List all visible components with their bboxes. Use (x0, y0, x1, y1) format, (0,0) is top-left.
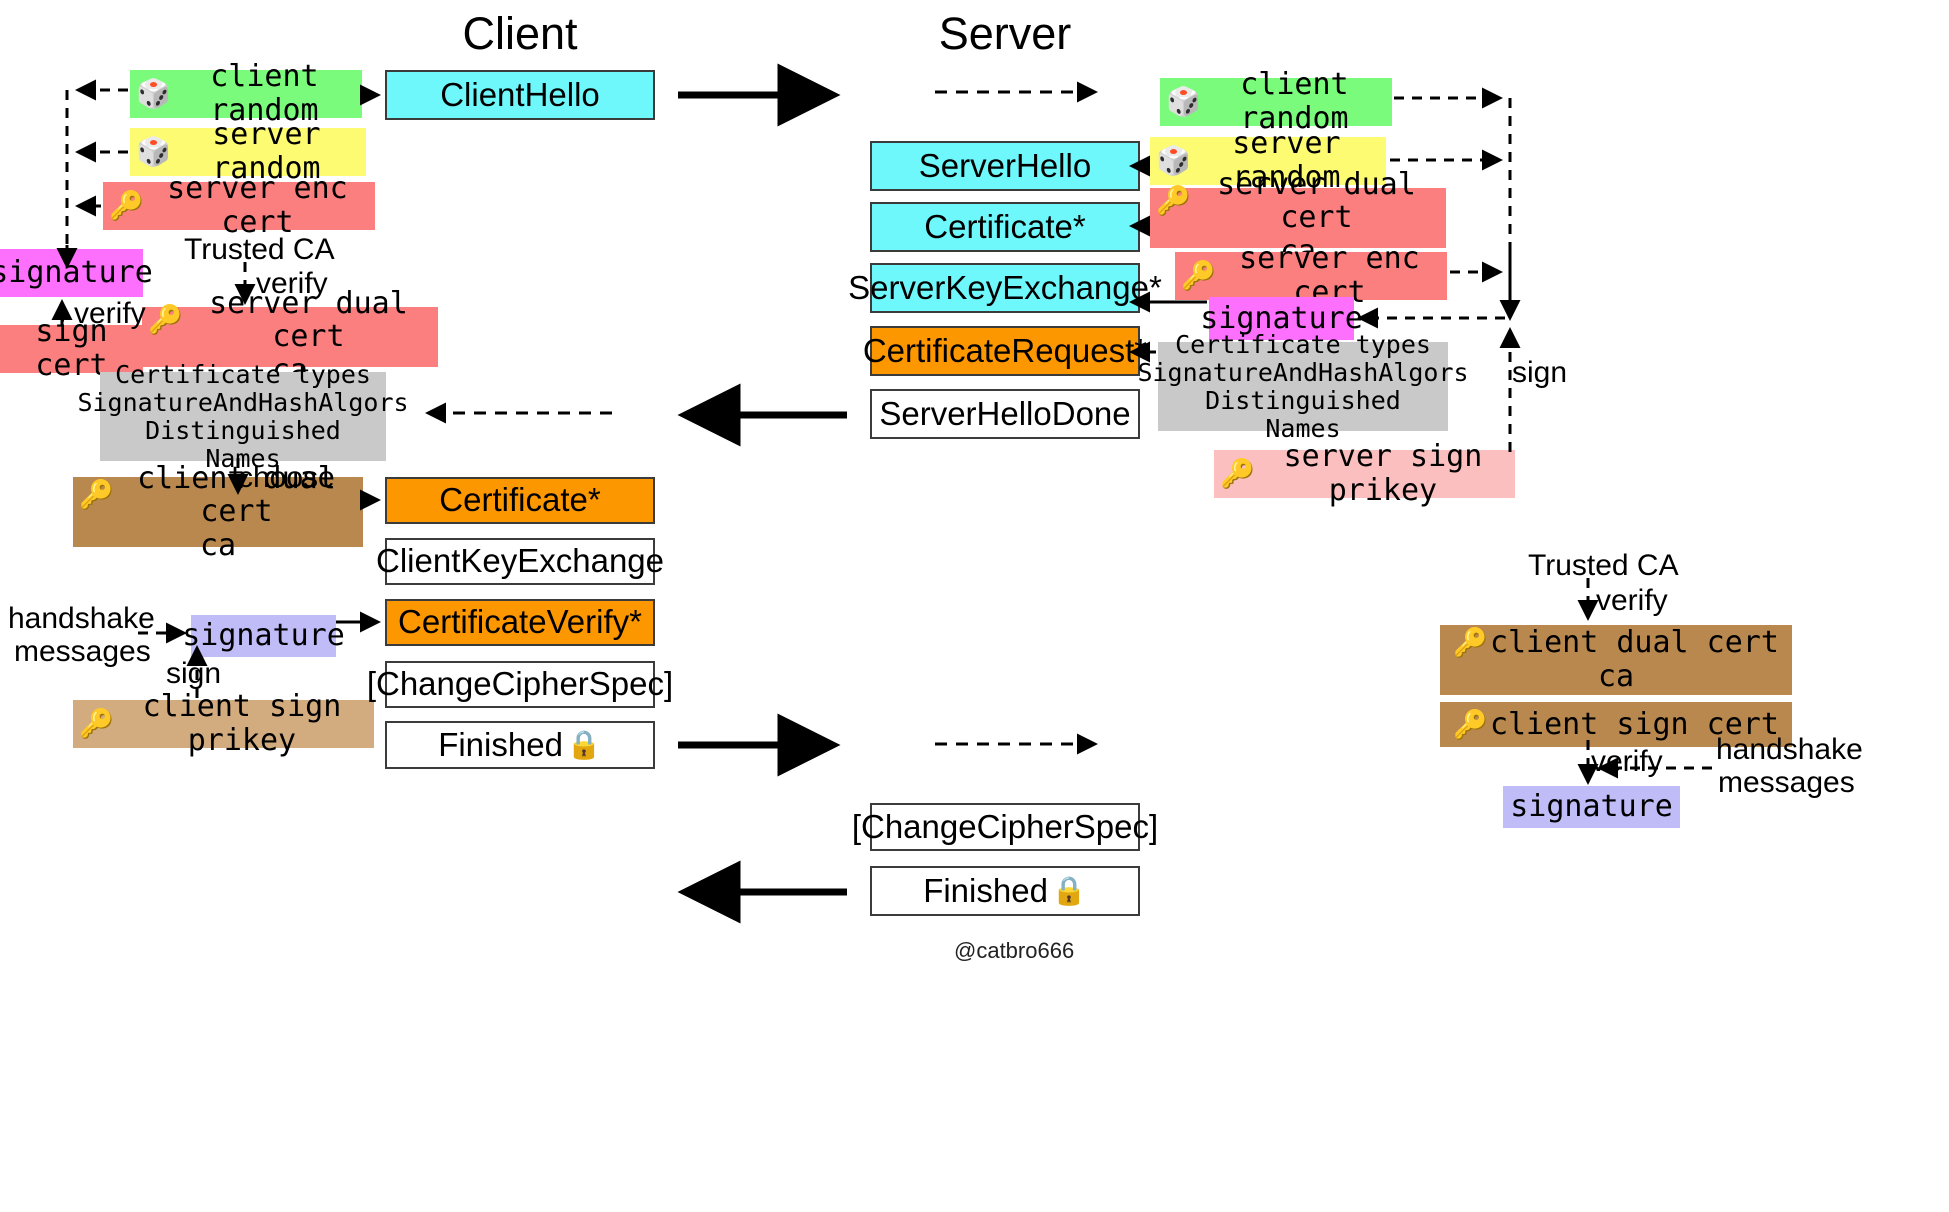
label-verify-ca-server: verify (1596, 584, 1668, 617)
message-label: ServerHelloDone (879, 394, 1131, 432)
message-label: Certificate* (924, 207, 1086, 245)
message-client-changecipherspec[interactable]: [ChangeCipherSpec] (367, 661, 673, 708)
key-icon: 🔑 (79, 478, 114, 512)
cert-types-label: Certificate types (1175, 329, 1431, 359)
message-serverkeyexchange[interactable]: ServerKeyExchange* (848, 263, 1162, 313)
server-chip-client-random: 🎲 client random (1160, 68, 1392, 135)
client-signature-label: signature (1510, 789, 1673, 825)
message-server-finished[interactable]: Finished 🔒 (870, 866, 1140, 916)
label-trusted-ca-client: Trusted CA (184, 233, 335, 266)
message-label: Finished (923, 871, 1048, 909)
message-clienthello[interactable]: ClientHello (385, 70, 655, 120)
client-chip-signature-2: signature (182, 615, 345, 657)
server-chip-client-dual-cert: 🔑 client dual cert ca (1440, 625, 1792, 695)
lock-icon: 🔒 (566, 728, 602, 762)
server-dual-cert-label: server dual cert (1217, 166, 1416, 236)
server-chip-certificate-request-params: Certificate types SignatureAndHashAlgors… (1137, 330, 1468, 442)
message-server-certificate[interactable]: Certificate* (870, 202, 1140, 252)
client-signature-label: signature (182, 618, 345, 654)
key-icon: 🔑 (148, 303, 183, 337)
message-client-finished[interactable]: Finished 🔒 (385, 721, 655, 769)
lock-icon: 🔒 (1051, 874, 1087, 908)
label-verify-ca-client: verify (256, 267, 328, 300)
client-chip-client-sign-prikey: 🔑 client sign prikey (73, 690, 374, 757)
signature-label: signature (0, 255, 153, 291)
server-enc-cert-label: server enc cert (167, 171, 348, 240)
client-dual-cert-ca-label: ca (199, 527, 237, 563)
message-server-changecipherspec[interactable]: [ChangeCipherSpec] (852, 803, 1158, 851)
die-icon: 🎲 (1166, 85, 1201, 118)
message-clientkeyexchange[interactable]: ClientKeyExchange (376, 538, 664, 585)
message-label: [ChangeCipherSpec] (851, 807, 1159, 845)
label-handshake-messages-client-2: messages (14, 635, 151, 668)
client-chip-server-dual-cert: 🔑 server dual cert ca (142, 286, 438, 387)
die-icon: 🎲 (136, 77, 171, 110)
message-label: ServerKeyExchange* (848, 268, 1162, 306)
label-handshake-messages-client-1: handshake (8, 602, 155, 635)
key-icon: 🔑 (109, 189, 144, 222)
client-chip-signature: signature (0, 249, 153, 297)
client-chip-server-random: 🎲 server random (130, 118, 366, 185)
client-dual-cert-ca-label: ca (1597, 659, 1635, 694)
client-sign-prikey-label: client sign prikey (142, 689, 342, 758)
key-icon: 🔑 (79, 707, 114, 740)
sig-hash-algors-label: SignatureAndHashAlgors (1137, 357, 1469, 387)
client-bus (56, 79, 128, 269)
message-certificaterequest[interactable]: CertificateRequest* (863, 326, 1147, 376)
server-chip-server-dual-cert: 🔑 server dual cert ca (1150, 167, 1446, 268)
message-serverhellodone[interactable]: ServerHelloDone (870, 389, 1140, 439)
label-verify-signature-client: verify (74, 297, 146, 330)
message-label: Finished (438, 725, 563, 763)
client-chip-server-enc-cert: 🔑 server enc cert (103, 172, 375, 239)
message-label: CertificateVerify* (398, 603, 642, 641)
label-sign-server: sign (1512, 356, 1568, 389)
column-heading-server-text: Server (900, 6, 1110, 62)
server-chip-server-sign-prikey: 🔑 server sign prikey (1214, 440, 1515, 507)
message-label: [ChangeCipherSpec] (366, 665, 674, 703)
column-heading-client: Client (420, 6, 620, 62)
key-icon: 🔑 (1220, 457, 1255, 490)
label-handshake-messages-server-2: messages (1718, 766, 1855, 799)
die-icon: 🎲 (136, 135, 171, 168)
label-handshake-messages-server-1: handshake (1716, 733, 1863, 766)
key-icon: 🔑 (1453, 626, 1488, 660)
message-label: ServerHello (918, 146, 1092, 184)
server-sign-prikey-label: server sign prikey (1283, 439, 1483, 508)
message-label: ClientHello (440, 75, 600, 113)
key-icon: 🔑 (1181, 259, 1216, 292)
distinguished-names-label: Distinguished Names (1205, 385, 1401, 443)
tls-handshake-diagram: Client Server 🎲 client random 🎲 server r… (0, 0, 1949, 1212)
server-heading-label: Server (938, 7, 1072, 59)
client-chip-client-random: 🎲 client random (130, 60, 362, 127)
message-certificateverify[interactable]: CertificateVerify* (385, 599, 655, 646)
message-client-certificate[interactable]: Certificate* (385, 477, 655, 524)
label-sign-client: sign (166, 657, 222, 690)
message-label: ClientKeyExchange (376, 542, 665, 580)
client-heading-label: Client (462, 7, 578, 59)
server-chip-server-enc-cert: 🔑 server enc cert (1175, 242, 1447, 309)
message-label: CertificateRequest* (862, 331, 1148, 369)
label-choose-client: choose (238, 461, 335, 494)
sig-hash-algors-label: SignatureAndHashAlgors (77, 387, 409, 417)
label-trusted-ca-server: Trusted CA (1528, 549, 1679, 582)
server-chip-signature-2: signature (1503, 786, 1680, 828)
message-serverhello[interactable]: ServerHello (870, 141, 1140, 191)
cert-types-label: Certificate types (115, 359, 371, 389)
key-icon: 🔑 (1156, 184, 1191, 218)
client-chip-certificate-request-params: Certificate types SignatureAndHashAlgors… (77, 360, 408, 472)
client-dual-cert-label: client dual cert (1489, 625, 1779, 661)
message-label: Certificate* (439, 481, 601, 519)
label-verify-signature-server: verify (1591, 745, 1663, 778)
watermark: @catbro666 (954, 938, 1075, 963)
key-icon: 🔑 (1453, 707, 1488, 741)
